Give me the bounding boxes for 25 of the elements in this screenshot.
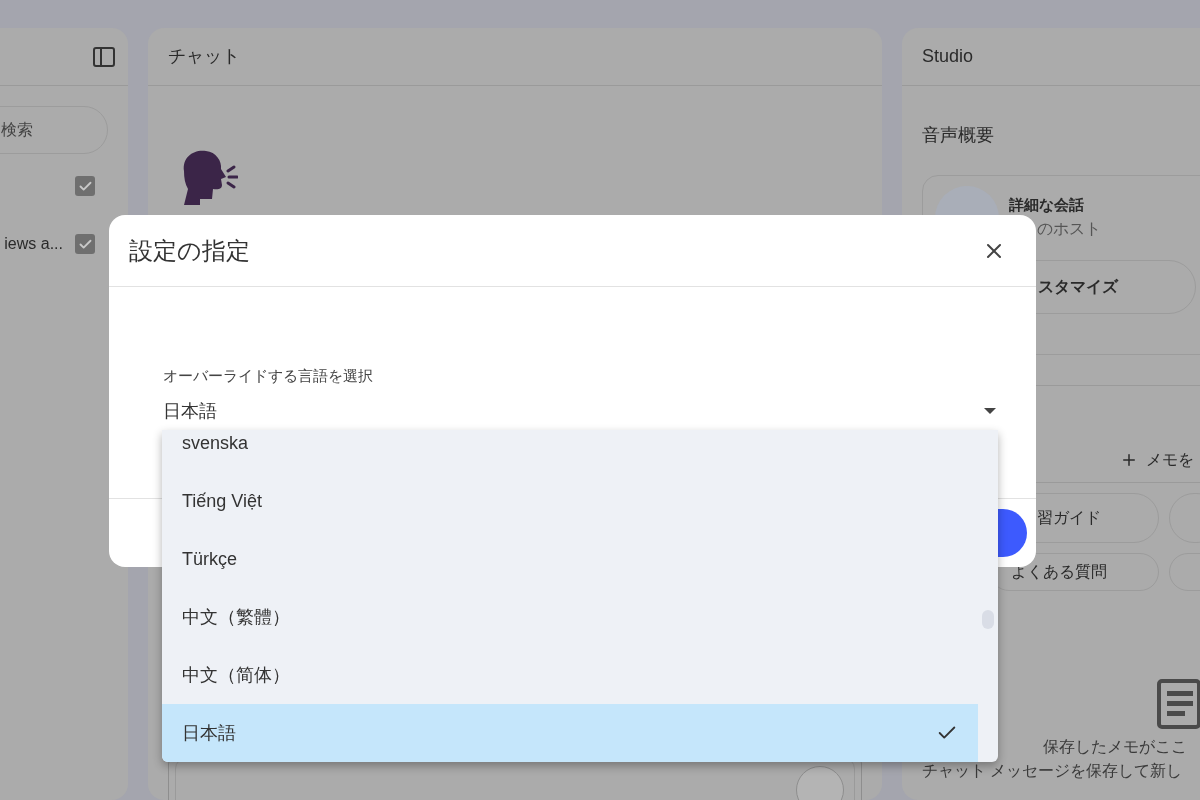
- checkbox[interactable]: [75, 234, 95, 254]
- panel-title: チャット: [168, 45, 240, 68]
- language-option[interactable]: Tiếng Việt: [162, 472, 978, 530]
- language-option[interactable]: 中文（简体）: [162, 646, 978, 704]
- dialog-title: 設定の指定: [129, 235, 250, 266]
- dropdown-arrow-icon: [984, 408, 996, 414]
- note-icon: [1157, 679, 1200, 729]
- empty-notes-title: 保存したメモがここ: [1043, 737, 1188, 757]
- overview-subtitle: のホスト: [1036, 218, 1101, 239]
- plus-icon: [1120, 451, 1138, 469]
- empty-notes-text: チャット メッセージを保存して新し: [922, 761, 1184, 781]
- source-title: iews a...: [4, 234, 63, 254]
- overview-title: 詳細な会話: [1009, 195, 1085, 215]
- language-option[interactable]: Türkçe: [162, 530, 978, 588]
- select-label: オーバーライドする言語を選択: [163, 366, 374, 386]
- checkbox[interactable]: [75, 176, 95, 196]
- language-option[interactable]: 中文（繁體）: [162, 588, 978, 646]
- language-option[interactable]: 日本語: [162, 704, 978, 762]
- panel-title: Studio: [922, 45, 974, 68]
- language-option[interactable]: svenska: [162, 430, 978, 472]
- sidebar-toggle-icon[interactable]: [93, 46, 115, 67]
- send-button[interactable]: [796, 766, 844, 800]
- language-select[interactable]: 日本語: [163, 397, 996, 425]
- section-heading: 音声概要: [922, 124, 995, 147]
- add-note-button[interactable]: メモを: [1120, 448, 1194, 472]
